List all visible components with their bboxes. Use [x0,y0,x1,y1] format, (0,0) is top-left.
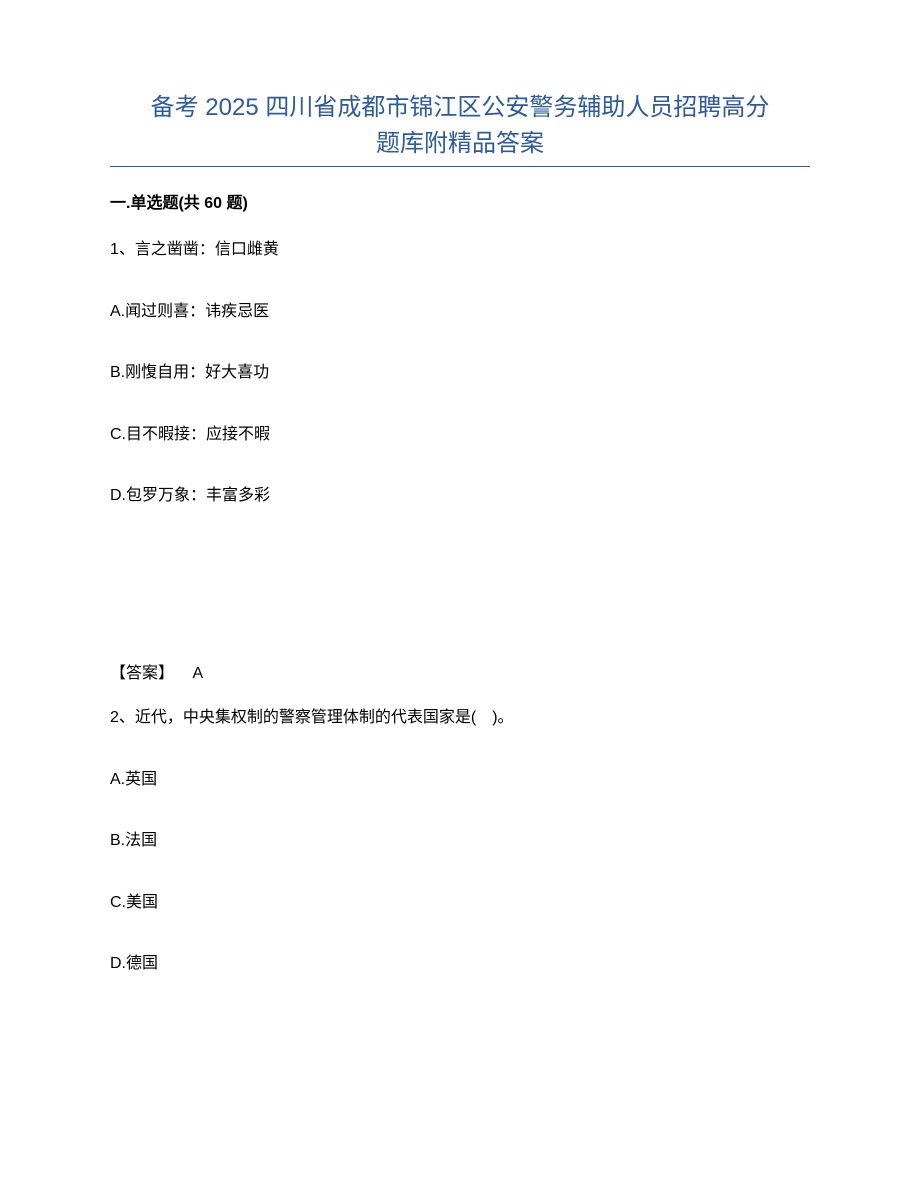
question-1-option-a: A.闻过则喜：讳疾忌医 [110,299,810,325]
question-1-option-b: B.刚愎自用：好大喜功 [110,360,810,386]
answer-value: A [192,665,203,682]
question-1-option-c: C.目不暇接：应接不暇 [110,422,810,448]
question-2-option-a: A.英国 [110,767,810,793]
title-divider [110,166,810,167]
question-1-option-d: D.包罗万象：丰富多彩 [110,483,810,509]
section-header: 一.单选题(共 60 题) [110,189,810,213]
document-title-line1: 备考 2025 四川省成都市锦江区公安警务辅助人员招聘高分 [110,90,810,126]
question-2-option-d: D.德国 [110,951,810,977]
question-2-option-b: B.法国 [110,828,810,854]
answer-label: 【答案】 [110,665,174,682]
document-title-line2: 题库附精品答案 [110,126,810,162]
question-1-answer: 【答案】 A [110,659,810,683]
question-2-option-c: C.美国 [110,890,810,916]
question-2-stem: 2、近代，中央集权制的警察管理体制的代表国家是( )。 [110,705,810,731]
question-1-stem: 1、言之凿凿：信口雌黄 [110,237,810,263]
